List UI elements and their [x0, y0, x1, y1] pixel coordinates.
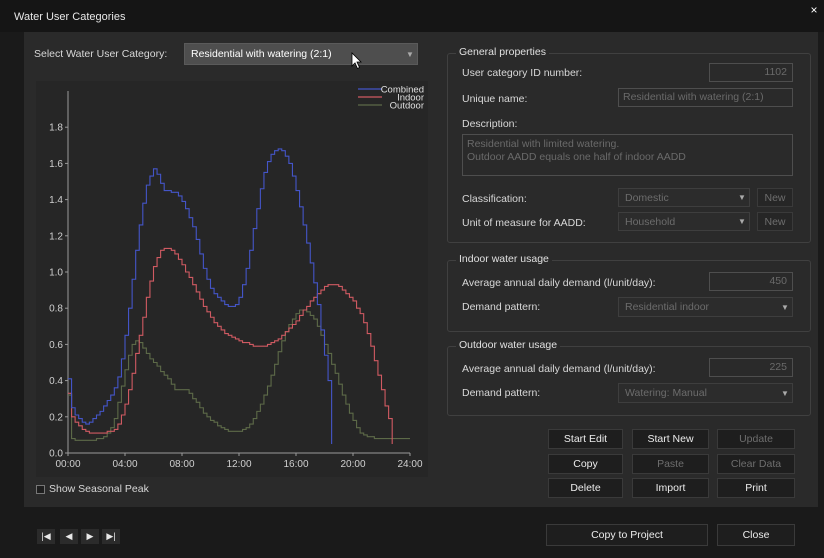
outdoor-usage-group: Outdoor water usage: [447, 339, 811, 416]
outdoor-pattern-select[interactable]: Watering: Manual ▼: [618, 383, 793, 403]
unique-name-label: Unique name:: [462, 93, 528, 105]
next-record-icon[interactable]: ▶: [81, 529, 99, 544]
classification-value: Domestic: [625, 191, 669, 204]
copy-to-project-button[interactable]: Copy to Project: [546, 524, 708, 546]
unit-label: Unit of measure for AADD:: [462, 217, 586, 229]
print-button[interactable]: Print: [717, 478, 795, 498]
seasonal-peak-checkbox[interactable]: [36, 485, 45, 494]
update-button[interactable]: Update: [717, 429, 795, 449]
copy-button[interactable]: Copy: [548, 454, 623, 474]
clear-data-button[interactable]: Clear Data: [717, 454, 795, 474]
id-label: User category ID number:: [462, 67, 583, 79]
window-title: Water User Categories: [14, 11, 126, 23]
indoor-aadd-label: Average annual daily demand (l/unit/day)…: [462, 277, 656, 289]
first-record-icon[interactable]: |◀: [37, 529, 55, 544]
mouse-cursor-icon: [351, 52, 362, 70]
indoor-usage-group: Indoor water usage: [447, 253, 811, 332]
y-tick-label: 1.2: [49, 231, 63, 242]
category-select[interactable]: Residential with watering (2:1) ▼: [184, 43, 418, 65]
title-bar: Water User Categories ×: [0, 0, 824, 32]
demand-chart: 0.0 0.2 0.4 0.6 0.8 1.0 1.2 1.4 1.6 1.8 00:00 04:00…: [36, 81, 428, 477]
id-field[interactable]: 1102: [709, 63, 793, 82]
demand-chart-svg: 0.0 0.2 0.4 0.6 0.8 1.0 1.2 1.4 1.6 1.8 00:00 04:00…: [49, 85, 424, 471]
classification-label: Classification:: [462, 193, 527, 205]
chevron-down-icon: ▼: [738, 217, 746, 226]
new-classification-button[interactable]: New: [757, 188, 793, 207]
x-tick-label: 08:00: [169, 459, 194, 470]
y-tick-label: 0.6: [49, 340, 63, 351]
outdoor-usage-title: Outdoor water usage: [456, 339, 561, 351]
outdoor-pattern-value: Watering: Manual: [625, 387, 707, 399]
import-button[interactable]: Import: [632, 478, 709, 498]
indoor-usage-title: Indoor water usage: [456, 253, 552, 265]
chevron-down-icon: ▼: [781, 302, 789, 312]
y-tick-label: 1.6: [49, 159, 63, 170]
start-new-button[interactable]: Start New: [632, 429, 709, 449]
indoor-pattern-label: Demand pattern:: [462, 301, 541, 313]
last-record-icon[interactable]: ▶|: [102, 529, 120, 544]
category-select-value: Residential with watering (2:1): [191, 48, 332, 60]
y-tick-label: 0.2: [49, 412, 63, 423]
description-label: Description:: [462, 118, 518, 130]
x-tick-label: 16:00: [283, 459, 308, 470]
legend-label-outdoor: Outdoor: [390, 101, 424, 112]
category-select-label: Select Water User Category:: [34, 48, 168, 60]
y-tick-label: 0.8: [49, 304, 63, 315]
series-line-indoor: [68, 247, 393, 444]
close-icon[interactable]: ×: [808, 4, 820, 16]
indoor-pattern-select[interactable]: Residential indoor ▼: [618, 297, 793, 317]
chevron-down-icon: ▼: [738, 193, 746, 202]
previous-record-icon[interactable]: ◀: [60, 529, 78, 544]
unit-value: Household: [625, 215, 676, 228]
x-tick-label: 00:00: [55, 459, 80, 470]
outdoor-aadd-field[interactable]: 225: [709, 358, 793, 377]
close-button[interactable]: Close: [717, 524, 795, 546]
y-tick-label: 1.4: [49, 195, 63, 206]
x-tick-label: 24:00: [397, 459, 422, 470]
x-tick-label: 04:00: [112, 459, 137, 470]
seasonal-peak-label: Show Seasonal Peak: [49, 483, 149, 495]
series-line-outdoor: [68, 309, 410, 441]
y-tick-label: 0.0: [49, 449, 63, 460]
chevron-down-icon: ▼: [406, 49, 414, 59]
y-tick-label: 1.8: [49, 123, 63, 134]
new-unit-button[interactable]: New: [757, 212, 793, 231]
indoor-pattern-value: Residential indoor: [625, 301, 710, 313]
unit-select[interactable]: Household ▼: [618, 212, 750, 231]
y-tick-label: 1.0: [49, 268, 63, 279]
description-field[interactable]: Residential with limited watering. Outdo…: [462, 134, 793, 176]
general-properties-title: General properties: [456, 46, 549, 58]
x-tick-label: 20:00: [340, 459, 365, 470]
outdoor-aadd-label: Average annual daily demand (l/unit/day)…: [462, 363, 656, 375]
y-tick-label: 0.4: [49, 376, 63, 387]
indoor-aadd-field[interactable]: 450: [709, 272, 793, 291]
x-tick-label: 12:00: [226, 459, 251, 470]
classification-select[interactable]: Domestic ▼: [618, 188, 750, 207]
start-edit-button[interactable]: Start Edit: [548, 429, 623, 449]
chevron-down-icon: ▼: [781, 388, 789, 398]
outdoor-pattern-label: Demand pattern:: [462, 387, 541, 399]
delete-button[interactable]: Delete: [548, 478, 623, 498]
unique-name-field[interactable]: Residential with watering (2:1): [618, 88, 793, 107]
paste-button[interactable]: Paste: [632, 454, 709, 474]
